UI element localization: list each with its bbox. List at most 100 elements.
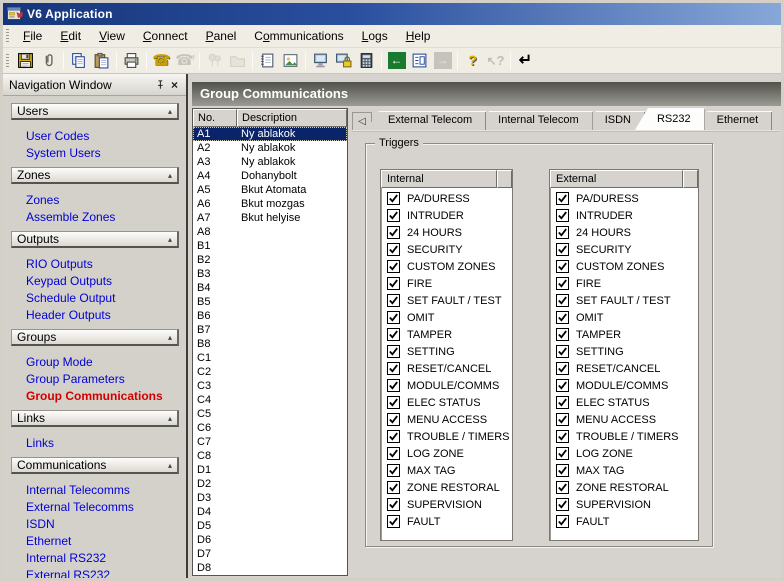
trigger-internal-module-comms[interactable]: MODULE/COMMS [381,377,512,394]
trigger-external-tamper[interactable]: TAMPER [550,326,698,343]
checkbox-checked-icon[interactable] [387,345,400,358]
group-row-d3[interactable]: D3 [193,491,347,505]
checkbox-checked-icon[interactable] [556,226,569,239]
sidebar-item-group-communications[interactable]: Group Communications [11,388,179,405]
group-row-a8[interactable]: A8 [193,225,347,239]
group-row-d6[interactable]: D6 [193,533,347,547]
checkbox-checked-icon[interactable] [387,481,400,494]
trigger-external-log-zone[interactable]: LOG ZONE [550,445,698,462]
sidebar-item-group-parameters[interactable]: Group Parameters [11,371,179,388]
attachment-button[interactable] [37,50,60,72]
trigger-internal-max-tag[interactable]: MAX TAG [381,462,512,479]
checkbox-checked-icon[interactable] [556,243,569,256]
trigger-internal-set-fault-test[interactable]: SET FAULT / TEST [381,292,512,309]
group-row-c8[interactable]: C8 [193,449,347,463]
group-row-d8[interactable]: D8 [193,561,347,575]
trigger-column-header-external[interactable]: External [550,170,683,188]
checkbox-checked-icon[interactable] [556,277,569,290]
group-row-a6[interactable]: A6Bkut mozgas [193,197,347,211]
collapse-arrow-icon[interactable]: ▴ [168,107,172,116]
print-button[interactable] [120,50,143,72]
group-list[interactable]: No.Description A1Ny ablakokA2Ny ablakokA… [192,108,348,576]
menu-logs[interactable]: Logs [353,27,397,45]
checkbox-checked-icon[interactable] [556,362,569,375]
group-row-b1[interactable]: B1 [193,239,347,253]
trigger-internal-supervision[interactable]: SUPERVISION [381,496,512,513]
trigger-external-fire[interactable]: FIRE [550,275,698,292]
nav-section-header-links[interactable]: Links▴ [11,410,179,427]
menu-view[interactable]: View [90,27,134,45]
collapse-arrow-icon[interactable]: ▴ [168,235,172,244]
help-button[interactable]: ? [461,50,484,72]
sidebar-item-system-users[interactable]: System Users [11,145,179,162]
checkbox-checked-icon[interactable] [556,498,569,511]
collapse-arrow-icon[interactable]: ▴ [168,333,172,342]
trigger-internal-intruder[interactable]: INTRUDER [381,207,512,224]
sidebar-item-external-telecomms[interactable]: External Telecomms [11,499,179,516]
trigger-internal-pa-duress[interactable]: PA/DURESS [381,190,512,207]
sidebar-item-assemble-zones[interactable]: Assemble Zones [11,209,179,226]
group-row-d2[interactable]: D2 [193,477,347,491]
sidebar-item-isdn[interactable]: ISDN [11,516,179,533]
trigger-external-module-comms[interactable]: MODULE/COMMS [550,377,698,394]
group-row-c1[interactable]: C1 [193,351,347,365]
group-row-a7[interactable]: A7Bkut helyise [193,211,347,225]
checkbox-checked-icon[interactable] [556,396,569,409]
menu-help[interactable]: Help [397,27,440,45]
trigger-external-custom-zones[interactable]: CUSTOM ZONES [550,258,698,275]
checkbox-checked-icon[interactable] [556,430,569,443]
checkbox-checked-icon[interactable] [556,379,569,392]
trigger-column-header-internal[interactable]: Internal [381,170,497,188]
group-row-b8[interactable]: B8 [193,337,347,351]
checkbox-checked-icon[interactable] [387,515,400,528]
trigger-internal-fault[interactable]: FAULT [381,513,512,530]
panel-computer-button[interactable] [309,50,332,72]
group-row-b2[interactable]: B2 [193,253,347,267]
trigger-external-max-tag[interactable]: MAX TAG [550,462,698,479]
checkbox-checked-icon[interactable] [387,447,400,460]
sidebar-item-header-outputs[interactable]: Header Outputs [11,307,179,324]
group-row-d5[interactable]: D5 [193,519,347,533]
sidebar-item-schedule-output[interactable]: Schedule Output [11,290,179,307]
trigger-internal-omit[interactable]: OMIT [381,309,512,326]
trigger-external-omit[interactable]: OMIT [550,309,698,326]
checkbox-checked-icon[interactable] [387,226,400,239]
trigger-external-security[interactable]: SECURITY [550,241,698,258]
paste-button[interactable] [90,50,113,72]
logbook-button[interactable] [256,50,279,72]
group-row-d7[interactable]: D7 [193,547,347,561]
checkbox-checked-icon[interactable] [556,328,569,341]
checkbox-checked-icon[interactable] [556,311,569,324]
sidebar-item-internal-telecomms[interactable]: Internal Telecomms [11,482,179,499]
nav-section-header-outputs[interactable]: Outputs▴ [11,231,179,248]
checkbox-checked-icon[interactable] [556,413,569,426]
menu-file[interactable]: File [14,27,51,45]
group-row-b4[interactable]: B4 [193,281,347,295]
sidebar-item-zones[interactable]: Zones [11,192,179,209]
sidebar-item-internal-rs232[interactable]: Internal RS232 [11,550,179,567]
checkbox-checked-icon[interactable] [556,464,569,477]
checkbox-checked-icon[interactable] [387,243,400,256]
back-button[interactable]: ← [385,50,408,72]
enter-button[interactable]: ↵ [514,50,537,72]
checkbox-checked-icon[interactable] [387,311,400,324]
group-row-c7[interactable]: C7 [193,435,347,449]
menu-edit[interactable]: Edit [51,27,90,45]
group-row-d4[interactable]: D4 [193,505,347,519]
checkbox-checked-icon[interactable] [387,464,400,477]
checkbox-checked-icon[interactable] [387,277,400,290]
trigger-external-24-hours[interactable]: 24 HOURS [550,224,698,241]
checkbox-checked-icon[interactable] [387,328,400,341]
group-row-c2[interactable]: C2 [193,365,347,379]
checkbox-checked-icon[interactable] [556,192,569,205]
copy-button[interactable] [67,50,90,72]
group-row-c4[interactable]: C4 [193,393,347,407]
security-computer-button[interactable] [332,50,355,72]
checkbox-checked-icon[interactable] [556,515,569,528]
trigger-internal-trouble-timers[interactable]: TROUBLE / TIMERS [381,428,512,445]
tab-internal-telecom[interactable]: Internal Telecom [476,111,593,130]
trigger-external-supervision[interactable]: SUPERVISION [550,496,698,513]
checkbox-checked-icon[interactable] [387,413,400,426]
checkbox-checked-icon[interactable] [556,294,569,307]
menu-panel[interactable]: Panel [197,27,246,45]
